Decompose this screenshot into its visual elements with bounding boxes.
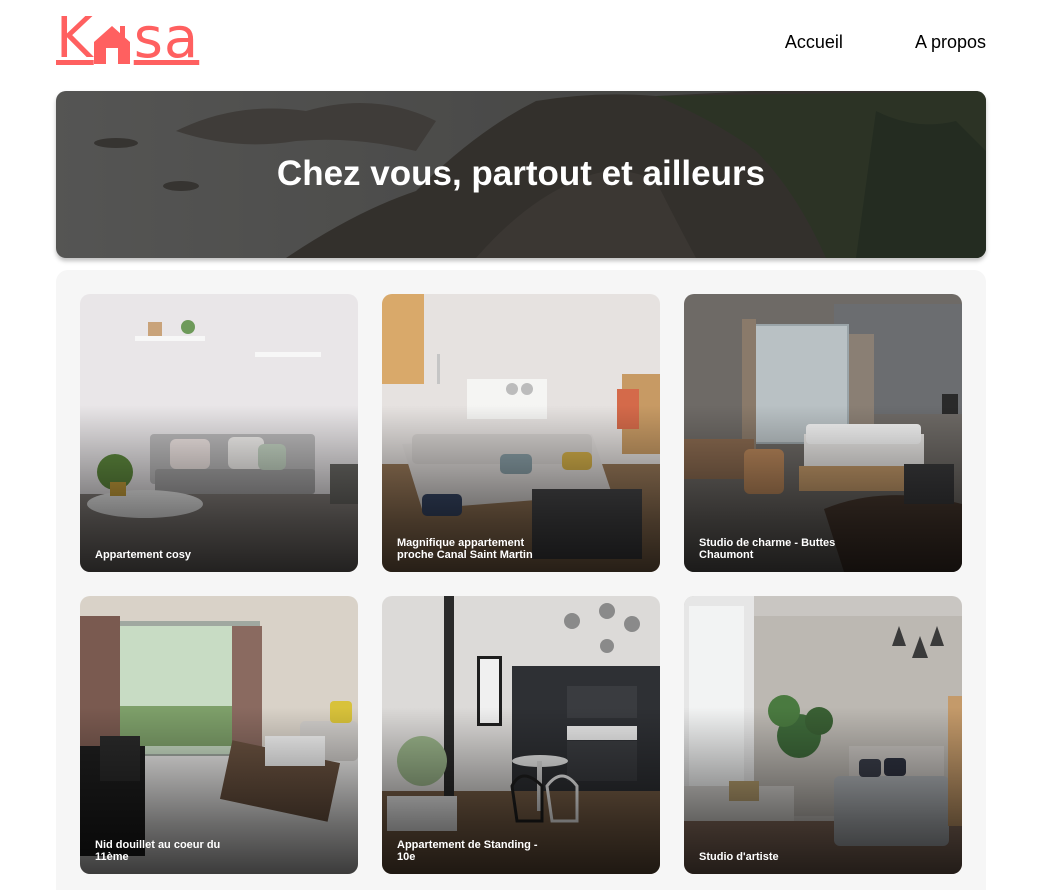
listing-title: Nid douillet au coeur du 11ème [95,839,221,863]
kasa-logo[interactable]: K sa [56,6,200,71]
site-header: K sa Accueil A propos [56,0,986,90]
card-gradient-overlay [382,294,660,572]
listing-card[interactable]: Studio d'artiste [684,596,962,874]
listing-title: Appartement de Standing - 10e [397,839,538,863]
card-gradient-overlay [382,596,660,874]
listing-card[interactable]: Appartement de Standing - 10e [382,596,660,874]
main-nav: Accueil A propos [785,32,986,53]
card-gradient-overlay [684,596,962,874]
listings-gallery: Appartement cosy Magnifique appartement … [56,270,986,890]
nav-link-accueil[interactable]: Accueil [785,32,843,53]
listing-title: Appartement cosy [95,549,191,561]
listing-title: Studio d'artiste [699,851,779,863]
banner-title: Chez vous, partout et ailleurs [276,153,766,193]
listing-card[interactable]: Appartement cosy [80,294,358,572]
logo-letters-sa: sa [133,6,200,71]
listing-card[interactable]: Studio de charme - Buttes Chaumont [684,294,962,572]
card-gradient-overlay [80,596,358,874]
card-gradient-overlay [684,294,962,572]
hero-banner: Chez vous, partout et ailleurs [56,91,986,258]
listing-card[interactable]: Nid douillet au coeur du 11ème [80,596,358,874]
listing-title: Magnifique appartement proche Canal Sain… [397,537,533,561]
nav-link-a-propos[interactable]: A propos [915,32,986,53]
house-icon [92,12,132,66]
listing-title: Studio de charme - Buttes Chaumont [699,537,836,561]
logo-letter-k: K [56,6,94,71]
listing-card[interactable]: Magnifique appartement proche Canal Sain… [382,294,660,572]
card-gradient-overlay [80,294,358,572]
